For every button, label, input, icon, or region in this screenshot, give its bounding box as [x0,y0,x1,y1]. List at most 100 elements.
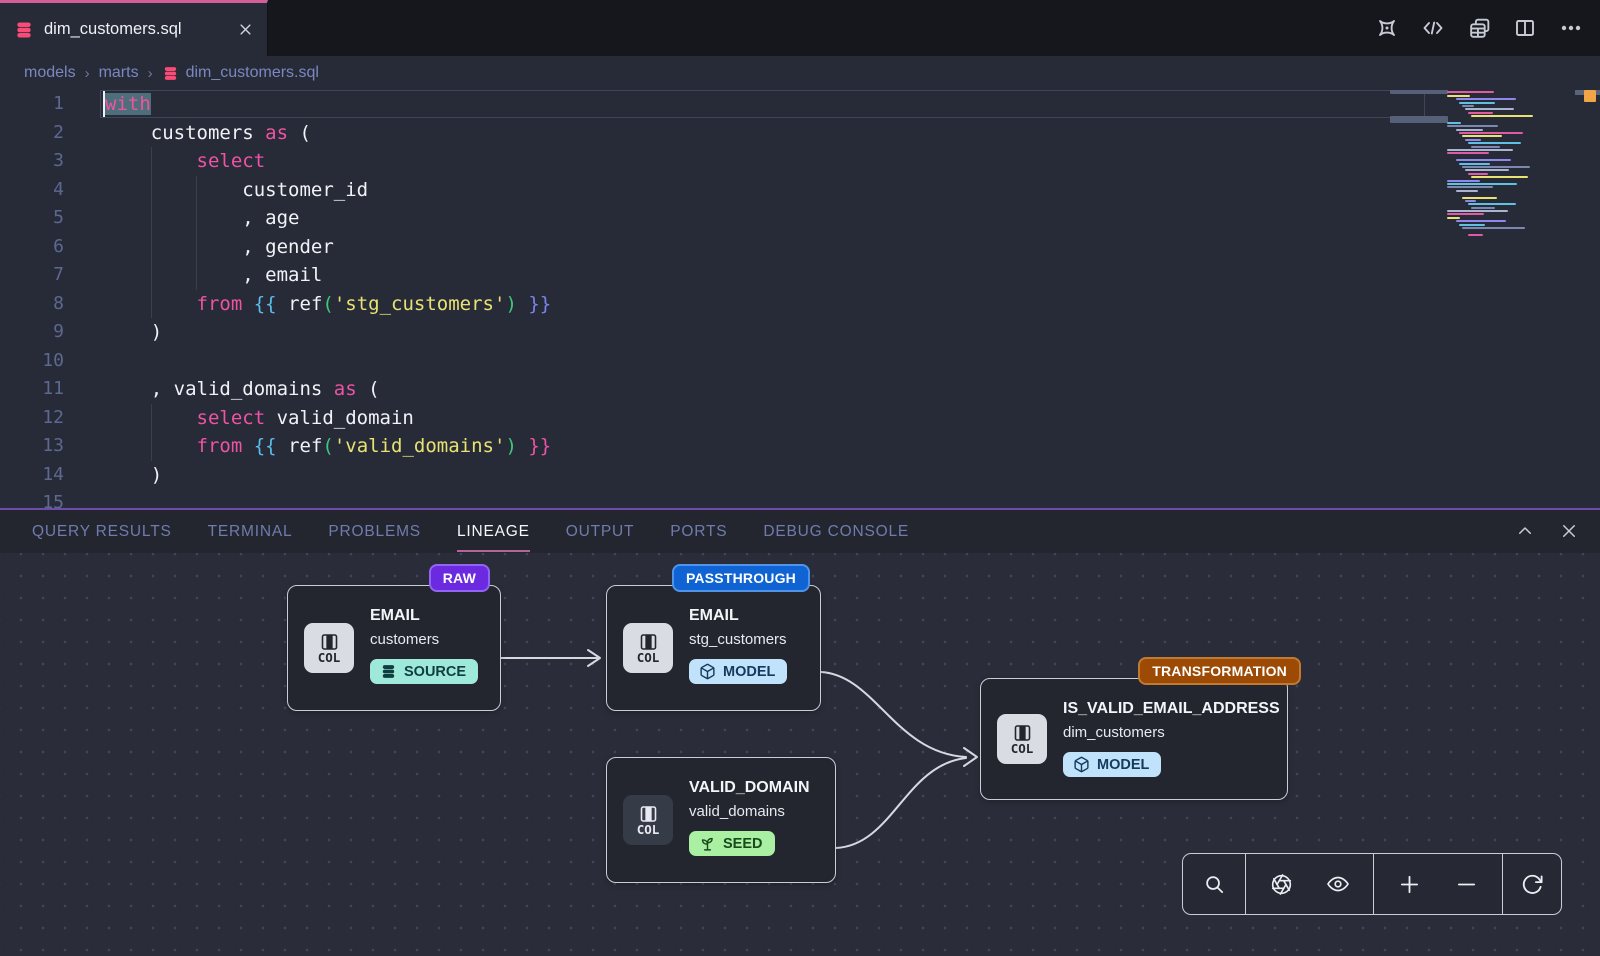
query-results-table-icon[interactable] [1464,13,1494,43]
zoom-in-button[interactable] [1387,862,1431,906]
panel-collapse-button[interactable] [1512,518,1538,544]
breadcrumb-item-models[interactable]: models [24,64,76,82]
code-token: select [197,150,266,172]
refresh-button[interactable] [1510,862,1554,906]
minimap-line [1462,197,1497,199]
code-token [517,435,528,457]
lineage-node-stg_customers[interactable]: PASSTHROUGHCOLEMAILstg_customersMODEL [606,585,821,711]
code-line-8[interactable]: from {{ ref('stg_customers') }} [105,290,551,319]
code-line-10[interactable] [105,347,551,376]
minimap-line [1468,234,1483,236]
panel-tab-lineage[interactable]: LINEAGE [457,511,530,552]
code-line-7[interactable]: , email [105,261,551,290]
node-subtitle: customers [370,629,478,651]
scrollbar-marker-orange [1584,90,1596,102]
line-number: 8 [0,290,66,319]
panel-close-button[interactable] [1556,518,1582,544]
minimap-line [1447,122,1461,124]
panel-tab-debug-console[interactable]: DEBUG CONSOLE [763,511,909,552]
code-line-9[interactable]: ) [105,318,551,347]
split-editor-button[interactable] [1510,13,1540,43]
node-title: IS_VALID_EMAIL_ADDRESS [1063,698,1280,720]
code-token: , age [105,207,299,229]
code-editor[interactable]: 123456789101112131415 with customers as … [0,90,1600,508]
code-line-14[interactable]: ) [105,461,551,490]
code-token: ( [322,435,333,457]
code-line-11[interactable]: , valid_domains as ( [105,375,551,404]
minimap-line [1447,156,1535,158]
zoom-out-button[interactable] [1445,862,1489,906]
code-token: ref [277,435,323,457]
node-badge-label: SOURCE [404,664,466,680]
aperture-button[interactable] [1259,862,1303,906]
panel-tab-query-results[interactable]: QUERY RESULTS [32,511,172,552]
code-line-13[interactable]: from {{ ref('valid_domains') }} [105,432,551,461]
lineage-node-valid_domains[interactable]: COLVALID_DOMAINvalid_domainsSEED [606,757,836,883]
minimap-line [1465,200,1476,202]
breadcrumb-item-marts[interactable]: marts [99,64,139,82]
line-number: 15 [0,489,66,508]
minimap-line [1447,95,1470,97]
code-token: ( [322,293,333,315]
tab-dim-customers[interactable]: dim_customers.sql [0,0,268,56]
code-token: ) [105,464,162,486]
lineage-node-dim_customers[interactable]: TRANSFORMATIONCOLIS_VALID_EMAIL_ADDRESSd… [980,678,1288,800]
code-token: }} [528,435,551,457]
code-token: , gender [105,236,334,258]
line-number: 13 [0,432,66,461]
lineage-node-customers[interactable]: RAWCOLEMAILcustomersSOURCE [287,585,501,711]
column-icon: COL [623,623,673,673]
lineage-canvas[interactable]: RAWCOLEMAILcustomersSOURCEPASSTHROUGHCOL… [0,553,1600,956]
minimap-line [1447,230,1535,232]
code-token: ref [277,293,323,315]
minimap-line [1468,142,1521,144]
panel-tab-problems[interactable]: PROBLEMS [328,511,421,552]
code-line-6[interactable]: , gender [105,233,551,262]
panel-tab-output[interactable]: OUTPUT [566,511,635,552]
node-badge-label: MODEL [723,664,775,680]
column-icon-label: COL [1011,742,1034,755]
minimap-decoration [1390,116,1448,123]
line-number: 14 [0,461,66,490]
more-actions-button[interactable] [1556,13,1586,43]
search-button[interactable] [1192,862,1236,906]
panel-actions [1512,508,1582,553]
code-line-1[interactable]: with [105,90,551,119]
minimap[interactable] [1447,90,1535,237]
minimap-line [1447,210,1508,212]
minimap-line [1447,149,1513,151]
editor-tab-bar: dim_customers.sql [0,0,1600,56]
line-number: 7 [0,261,66,290]
code-line-3[interactable]: select [105,147,551,176]
code-token: 'valid_domains' [334,435,506,457]
node-badge-model: MODEL [689,659,787,684]
node-subtitle: stg_customers [689,629,787,651]
line-number: 9 [0,318,66,347]
minimap-line [1459,102,1495,104]
code-line-4[interactable]: customer_id [105,176,551,205]
line-number: 4 [0,176,66,205]
breadcrumb-item-dim_customers.sql[interactable]: dim_customers.sql [162,64,319,82]
code-line-12[interactable]: select valid_domain [105,404,551,433]
panel-tab-terminal[interactable]: TERMINAL [208,511,293,552]
minimap-line [1447,213,1484,215]
minimap-line [1465,139,1481,141]
line-number: 5 [0,204,66,233]
code-preview-button[interactable] [1418,13,1448,43]
code-line-5[interactable]: , age [105,204,551,233]
code-token: , valid_domains [105,378,334,400]
code-line-2[interactable]: customers as ( [105,119,551,148]
toolbar-group-search [1183,854,1246,914]
code-token: ( [288,122,311,144]
code-token: ) [105,321,162,343]
dbt-logo-button[interactable] [1372,13,1402,43]
line-number: 6 [0,233,66,262]
panel-tab-ports[interactable]: PORTS [670,511,727,552]
minimap-line [1447,152,1489,154]
node-badge-source: SOURCE [370,659,478,684]
eye-button[interactable] [1316,862,1360,906]
column-icon-label: COL [318,651,341,664]
tab-close-icon[interactable] [238,22,253,37]
code-line-15[interactable] [105,489,551,508]
minimap-line [1447,180,1480,182]
